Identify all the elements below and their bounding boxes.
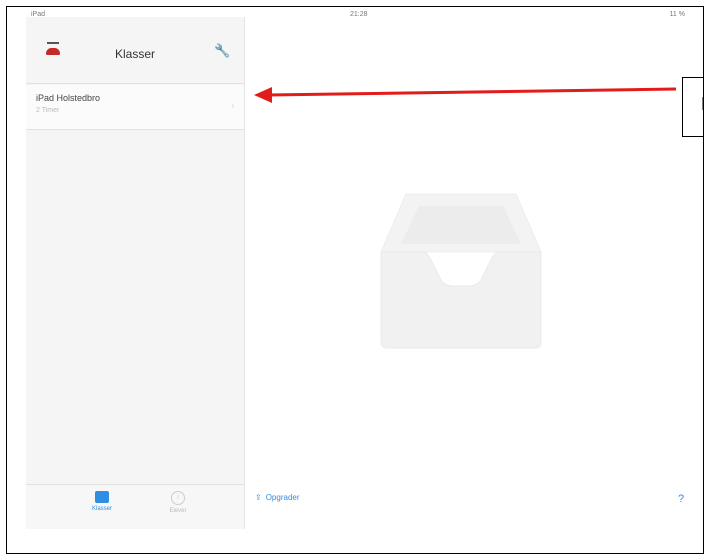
annotation-arrow bbox=[254, 87, 677, 103]
